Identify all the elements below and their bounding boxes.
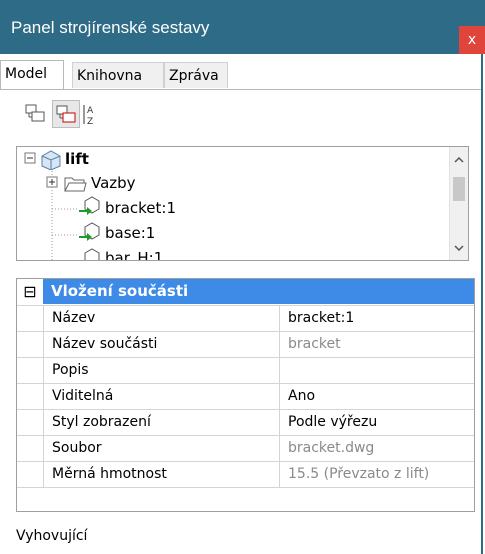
property-name: Soubor (43, 436, 279, 461)
constraint-view-button[interactable] (52, 100, 80, 128)
property-value[interactable] (279, 358, 474, 383)
property-row[interactable]: Popis (17, 357, 474, 383)
property-name: Název součásti (43, 332, 279, 357)
property-row[interactable]: Název součásti bracket (17, 331, 474, 357)
tab-bar: Model Knihovna Zpráva (0, 60, 481, 90)
property-section-header[interactable]: ⊟ Vložení součásti (17, 279, 474, 304)
window-title: Panel strojírenské sestavy (11, 18, 210, 37)
scroll-up-icon[interactable] (450, 153, 468, 167)
tab-knihovna[interactable]: Knihovna (72, 62, 164, 88)
property-name: Měrná hmotnost (43, 462, 279, 487)
collapse-icon[interactable]: ⊟ (17, 279, 43, 304)
tab-separator (0, 89, 481, 90)
svg-text:A: A (87, 106, 94, 116)
property-name: Viditelná (43, 384, 279, 409)
property-value: 15.5 (Převzato z lift) (279, 462, 474, 487)
property-row[interactable]: Měrná hmotnost 15.5 (Převzato z lift) (17, 461, 474, 488)
tree-scrollbar[interactable] (449, 147, 468, 260)
property-value[interactable]: Podle výřezu (279, 410, 474, 435)
tab-zprava[interactable]: Zpráva (164, 62, 228, 88)
tree-item-bracket[interactable]: bracket:1 (105, 196, 176, 220)
part-icon (84, 248, 100, 260)
svg-text:Z: Z (87, 117, 93, 127)
property-value: bracket (279, 332, 474, 357)
property-row[interactable]: Styl zobrazení Podle výřezu (17, 409, 474, 435)
sort-az-button[interactable]: A Z (80, 100, 108, 128)
scroll-thumb[interactable] (453, 177, 465, 201)
title-bar: Panel strojírenské sestavy x (0, 0, 485, 54)
assembly-tree[interactable]: lift Vazby bracket:1 base:1 bar_H:1 (16, 146, 469, 261)
tree-item-vazby[interactable]: Vazby (91, 171, 136, 195)
assembly-icon (41, 150, 61, 170)
scroll-down-icon[interactable] (450, 241, 468, 255)
property-section-title: Vložení součásti (51, 282, 189, 300)
property-row[interactable]: Viditelná Ano (17, 383, 474, 409)
property-name: Popis (43, 358, 279, 383)
sort-az-icon: A Z (83, 105, 94, 127)
component-tree-icon (25, 104, 45, 122)
property-row[interactable]: Soubor bracket.dwg (17, 435, 474, 461)
tree-item-bar[interactable]: bar_H:1 (105, 246, 163, 260)
property-name: Styl zobrazení (43, 410, 279, 435)
constrained-part-icon (79, 196, 100, 215)
close-button[interactable]: x (459, 26, 485, 54)
property-value[interactable]: Ano (279, 384, 474, 409)
tree-item-lift[interactable]: lift (65, 147, 89, 171)
property-row[interactable]: Název bracket:1 (17, 305, 474, 331)
component-view-button[interactable] (22, 100, 50, 128)
property-name: Název (43, 306, 279, 331)
property-value[interactable]: bracket:1 (279, 306, 474, 331)
constraint-tree-icon (56, 105, 76, 123)
folder-icon (64, 177, 87, 192)
property-grid: ⊟ Vložení součásti Název bracket:1 Název… (16, 278, 475, 512)
constrained-part-icon (79, 222, 100, 241)
property-value: bracket.dwg (279, 436, 474, 461)
tree-item-base[interactable]: base:1 (105, 221, 155, 245)
tab-model[interactable]: Model (0, 60, 64, 90)
status-text: Vyhovující (16, 528, 88, 544)
